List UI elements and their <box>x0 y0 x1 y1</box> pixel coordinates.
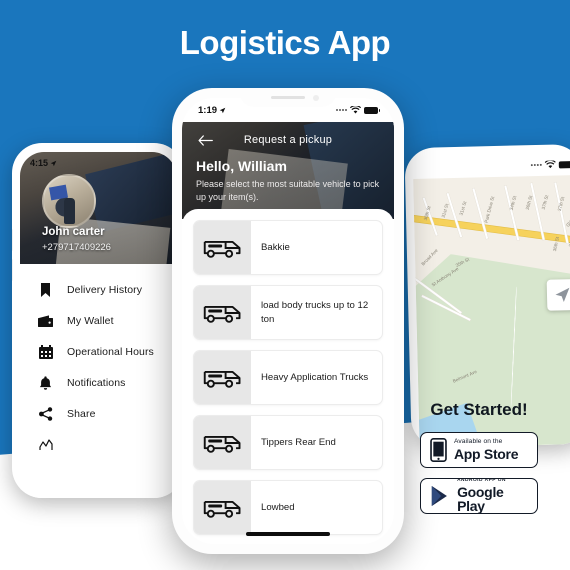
app-store-text: Available on the App Store <box>454 438 519 462</box>
status-time: 1:19 <box>198 104 218 116</box>
map-street-label: Park Drive St <box>483 195 496 224</box>
vehicle-option-load-body-trucks[interactable]: load body trucks up to 12 ton <box>193 285 383 340</box>
sidebar-item-label: Operational Hours <box>67 345 154 358</box>
map-street-label: 31st St <box>440 203 450 219</box>
page-title: Logistics App <box>179 24 391 61</box>
google-play-big-label: Google Play <box>457 483 504 514</box>
center-phone-mockup: 1:19 Request a pickup Hello, William Ple… <box>172 88 404 554</box>
left-phone-mockup: 4:15 John carter +279717409226 Delivery <box>12 143 184 498</box>
status-bar-time-group: 1:19 <box>198 105 226 116</box>
sidebar-item-operational-hours[interactable]: Operational Hours <box>20 336 176 367</box>
front-camera <box>313 94 319 101</box>
app-store-big-label: App Store <box>454 445 519 462</box>
phone-notch <box>240 88 336 107</box>
truck-icon <box>194 416 251 469</box>
status-bar-time-group: 4:15 <box>30 158 57 168</box>
signal-icon <box>530 163 542 167</box>
greeting-text: Hello, William <box>196 158 287 174</box>
bookmark-icon <box>38 282 53 297</box>
map-street <box>446 192 463 238</box>
sidebar-item-my-wallet[interactable]: My Wallet <box>20 305 176 336</box>
sidebar-item-delivery-history[interactable]: Delivery History <box>20 274 176 305</box>
profile-name: John carter <box>42 226 105 238</box>
map-street-label: Broad Ave <box>420 247 439 267</box>
chart-icon <box>38 437 53 452</box>
sidebar-item-label: Delivery History <box>67 283 143 296</box>
profile-phone: +279717409226 <box>42 242 111 253</box>
subtitle-text: Please select the most suitable vehicle … <box>196 179 380 202</box>
app-store-small-label: Available on the <box>454 438 503 446</box>
avatar <box>42 174 96 228</box>
vehicle-option-bakkie[interactable]: Bakkie <box>193 220 383 275</box>
vehicle-name: Lowbed <box>261 501 295 513</box>
location-arrow-icon <box>219 107 226 113</box>
google-play-text: ANDROID APP ON Google Play <box>457 478 528 514</box>
app-store-badge[interactable]: Available on the App Store <box>420 432 538 468</box>
left-status-bar: 4:15 <box>20 152 176 174</box>
vehicle-list: Bakkie load body trucks up to 12 ton Hea… <box>182 209 394 544</box>
sidebar-item-analytics[interactable] <box>20 429 176 460</box>
sidebar-item-share[interactable]: Share <box>20 398 176 429</box>
center-phone-screen: 1:19 Request a pickup Hello, William Ple… <box>182 98 394 544</box>
share-icon <box>38 406 53 421</box>
vehicle-option-tippers-rear-end[interactable]: Tippers Rear End <box>193 415 383 470</box>
page-title-header: Request a pickup <box>243 134 333 146</box>
map-street-label: 37th St <box>540 194 550 210</box>
truck-icon <box>194 286 251 339</box>
get-started-section: Get Started! Available on the App Store … <box>404 400 554 524</box>
phone-side-button <box>12 229 13 251</box>
sidebar-item-label: Notifications <box>67 376 126 389</box>
profile-hero: 4:15 John carter +279717409226 <box>20 152 176 264</box>
vehicle-option-heavy-application-trucks[interactable]: Heavy Application Trucks <box>193 350 383 405</box>
google-play-icon <box>431 485 447 507</box>
battery-icon <box>558 160 570 168</box>
calendar-icon <box>38 344 53 359</box>
navigation-arrow-icon <box>555 287 570 303</box>
status-time: 4:15 <box>30 158 49 168</box>
map-street-label: 31st St <box>458 200 468 216</box>
map-street-label: 34th St <box>508 195 518 211</box>
wifi-icon <box>544 160 556 169</box>
vehicle-name: Heavy Application Trucks <box>261 371 369 383</box>
speaker-grille <box>271 95 305 100</box>
truck-icon <box>194 481 251 534</box>
home-indicator[interactable] <box>246 532 330 536</box>
avatar-figure-detail <box>64 198 75 224</box>
drawer-menu: Delivery History My Wallet Operational H… <box>20 264 176 460</box>
vehicle-name: load body trucks up to 12 ton <box>261 299 369 325</box>
phone-side-button <box>12 259 13 281</box>
vehicle-name: Bakkie <box>261 241 290 253</box>
truck-icon <box>194 351 251 404</box>
iphone-icon <box>430 438 447 462</box>
header-row: Request a pickup <box>196 126 380 154</box>
wallet-icon <box>38 313 53 328</box>
app-header: Request a pickup Hello, William Please s… <box>182 122 394 219</box>
google-play-badge[interactable]: ANDROID APP ON Google Play <box>420 478 538 514</box>
left-phone-screen: 4:15 John carter +279717409226 Delivery <box>20 152 176 498</box>
battery-icon <box>364 106 380 114</box>
sidebar-item-notifications[interactable]: Notifications <box>20 367 176 398</box>
map-street-label: Gladstone Ave <box>565 199 570 228</box>
wifi-icon <box>350 106 361 114</box>
map-street-label: 36th St <box>524 195 534 211</box>
vehicle-option-lowbed[interactable]: Lowbed <box>193 480 383 535</box>
bell-icon <box>38 375 53 390</box>
sidebar-item-label: My Wallet <box>67 314 114 327</box>
get-started-title: Get Started! <box>430 400 528 419</box>
locate-me-button[interactable] <box>546 279 570 311</box>
sidebar-item-label: Share <box>67 407 96 420</box>
signal-icon <box>336 109 347 111</box>
truck-icon <box>194 221 251 274</box>
vehicle-name: Tippers Rear End <box>261 436 336 448</box>
location-arrow-icon <box>50 160 57 166</box>
